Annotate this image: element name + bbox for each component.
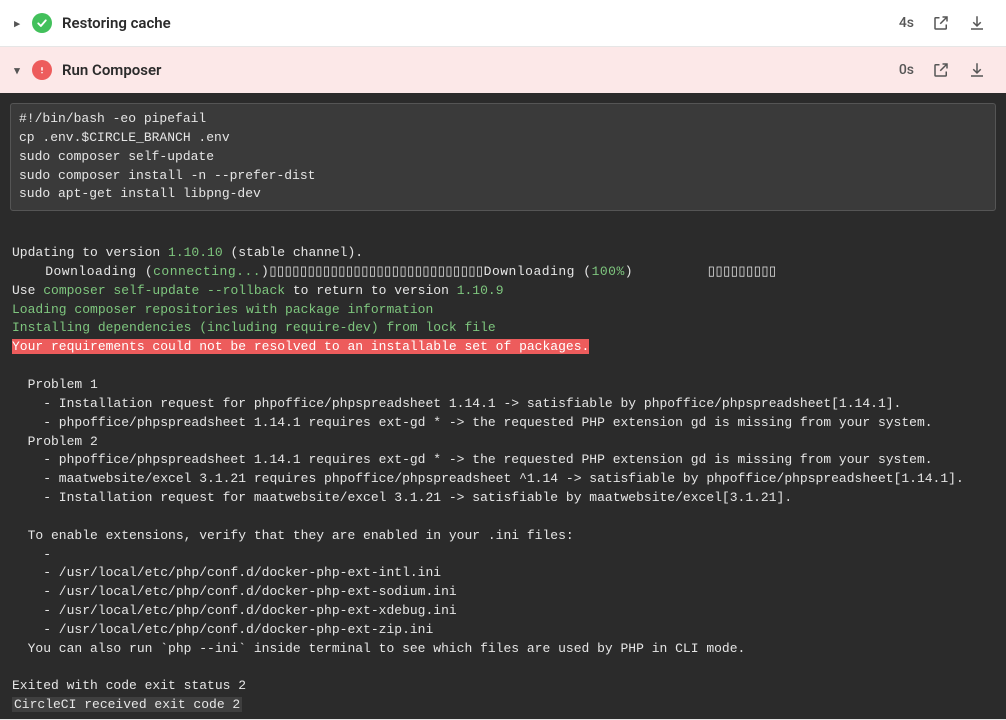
step-title: Restoring cache (62, 14, 889, 32)
open-external-icon[interactable] (928, 10, 954, 36)
log-line: - Installation request for phpoffice/php… (0, 395, 1006, 414)
log-line (0, 508, 1006, 527)
status-failed-icon (32, 60, 52, 80)
cmd-line: sudo composer self-update (19, 148, 987, 167)
log-line: - /usr/local/etc/php/conf.d/docker-php-e… (0, 583, 1006, 602)
step-run-composer: ▾ Run Composer 0s #!/bin/bash -eo pipefa… (0, 47, 1006, 720)
log-line: - /usr/local/etc/php/conf.d/docker-php-e… (0, 564, 1006, 583)
cmd-line: cp .env.$CIRCLE_BRANCH .env (19, 129, 987, 148)
log-error-line: Your requirements could not be resolved … (0, 338, 1006, 357)
download-icon[interactable] (964, 57, 990, 83)
log-line: Problem 1 (0, 376, 1006, 395)
log-line: - /usr/local/etc/php/conf.d/docker-php-e… (0, 621, 1006, 640)
log-line: - /usr/local/etc/php/conf.d/docker-php-e… (0, 602, 1006, 621)
log-line: Problem 2 (0, 433, 1006, 452)
step-duration: 0s (899, 62, 914, 78)
log-line (0, 357, 1006, 376)
log-line: You can also run `php --ini` inside term… (0, 640, 1006, 659)
terminal-output: #!/bin/bash -eo pipefail cp .env.$CIRCLE… (0, 93, 1006, 719)
open-external-icon[interactable] (928, 57, 954, 83)
log-line (0, 659, 1006, 678)
download-icon[interactable] (964, 10, 990, 36)
cmd-line: #!/bin/bash -eo pipefail (19, 110, 987, 129)
log-line (0, 225, 1006, 244)
log-line: Installing dependencies (including requi… (0, 319, 1006, 338)
command-block: #!/bin/bash -eo pipefail cp .env.$CIRCLE… (10, 103, 996, 211)
cmd-line: sudo apt-get install libpng-dev (19, 185, 987, 204)
log-exit-line: CircleCI received exit code 2 (0, 696, 1006, 715)
chevron-right-icon: ▸ (12, 17, 22, 30)
step-title: Run Composer (62, 61, 889, 79)
log-exit-line: Exited with code exit status 2 (0, 677, 1006, 696)
log-line: - maatwebsite/excel 3.1.21 requires phpo… (0, 470, 1006, 489)
cmd-line: sudo composer install -n --prefer-dist (19, 167, 987, 186)
log-line: - (0, 546, 1006, 565)
log-line: Updating to version 1.10.10 (stable chan… (0, 244, 1006, 263)
log-line: - phpoffice/phpspreadsheet 1.14.1 requir… (0, 414, 1006, 433)
step-restoring-cache: ▸ Restoring cache 4s (0, 0, 1006, 47)
chevron-down-icon: ▾ (12, 64, 22, 77)
log-line: Use composer self-update --rollback to r… (0, 282, 1006, 301)
step-header[interactable]: ▸ Restoring cache 4s (0, 0, 1006, 46)
log-line: Loading composer repositories with packa… (0, 301, 1006, 320)
log-line: To enable extensions, verify that they a… (0, 527, 1006, 546)
step-duration: 4s (899, 15, 914, 31)
log-line: - Installation request for maatwebsite/e… (0, 489, 1006, 508)
status-success-icon (32, 13, 52, 33)
step-header[interactable]: ▾ Run Composer 0s (0, 47, 1006, 93)
log-line: Downloading (connecting...)▯▯▯▯▯▯▯▯▯▯▯▯▯… (0, 263, 1006, 282)
log-line: - phpoffice/phpspreadsheet 1.14.1 requir… (0, 451, 1006, 470)
